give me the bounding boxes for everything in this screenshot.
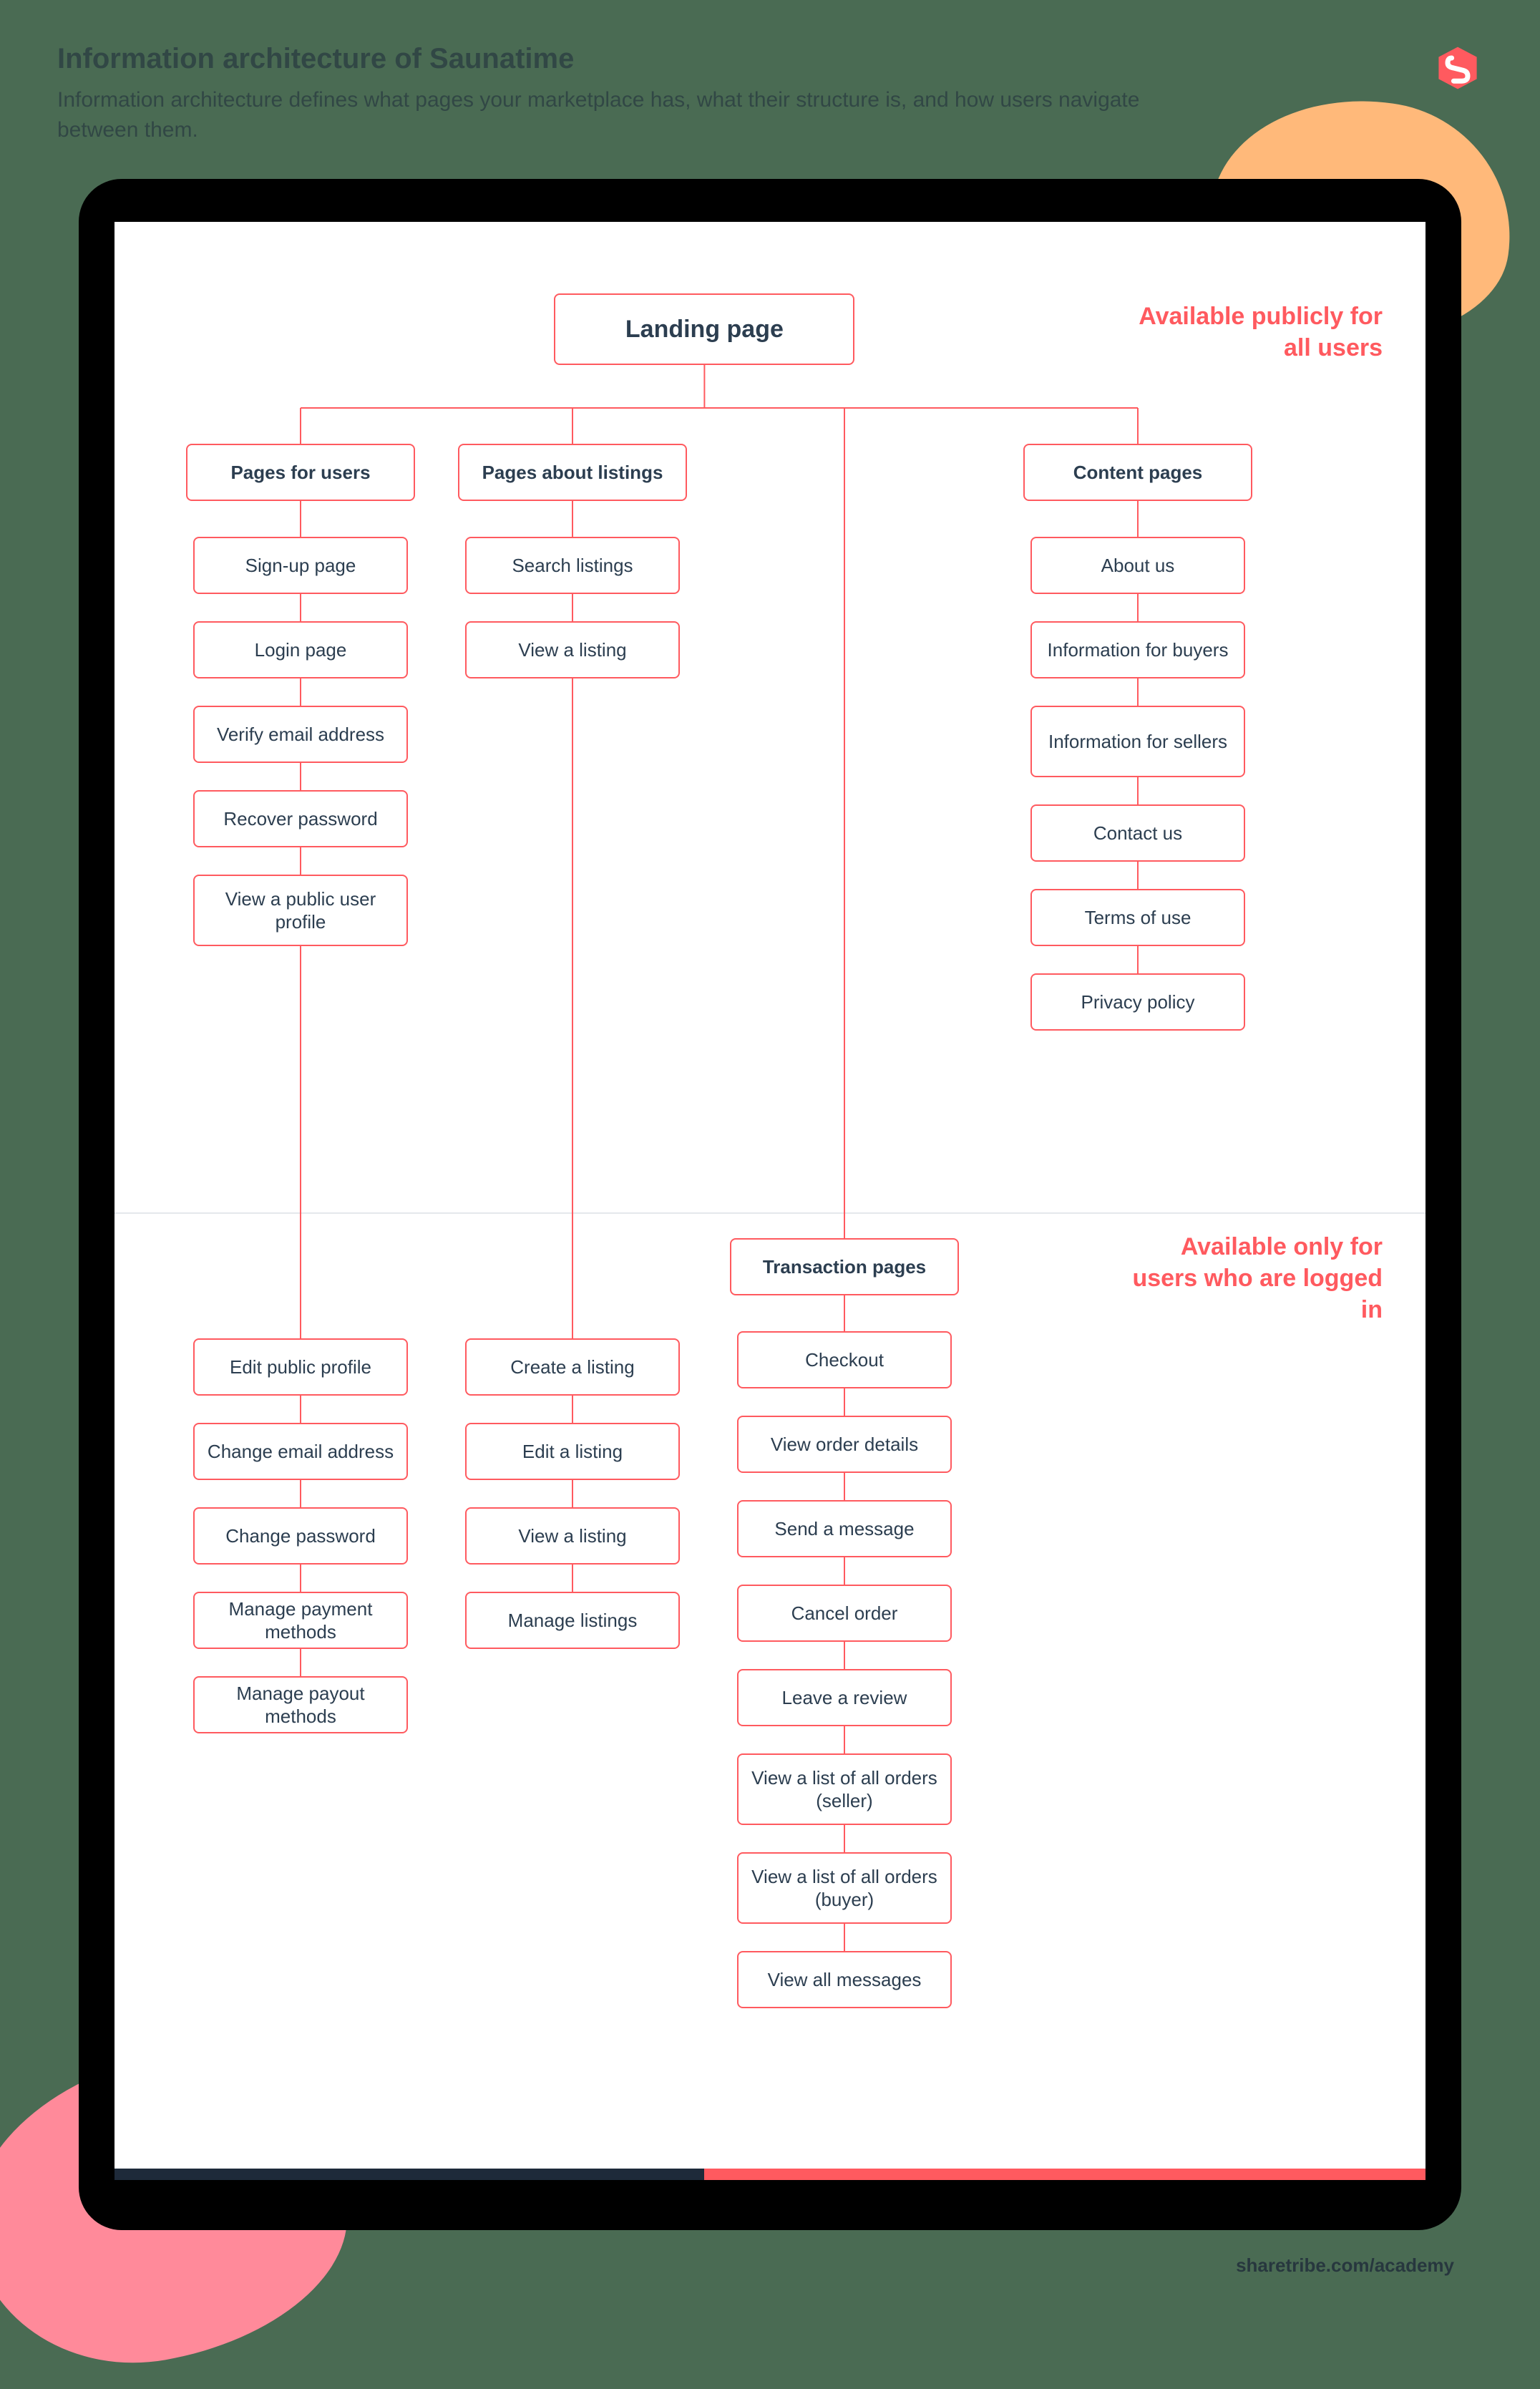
bottom-accent-bar	[114, 2169, 1426, 2180]
tablet-frame: Available publicly for all users Availab…	[79, 179, 1461, 2230]
node-listings-private-1: Edit a listing	[465, 1423, 680, 1480]
node-header-users: Pages for users	[186, 444, 415, 501]
node-users-public-3: Recover password	[193, 790, 408, 847]
node-transactions-private-4: Leave a review	[737, 1669, 952, 1726]
node-transactions-private-3: Cancel order	[737, 1585, 952, 1642]
tablet-screen: Available publicly for all users Availab…	[114, 222, 1426, 2180]
node-transactions-private-0: Checkout	[737, 1331, 952, 1388]
node-listings-private-3: Manage listings	[465, 1592, 680, 1649]
node-users-private-1: Change email address	[193, 1423, 408, 1480]
node-transactions-private-7: View all messages	[737, 1951, 952, 2008]
node-listings-private-0: Create a listing	[465, 1338, 680, 1396]
label-public-section: Available publicly for all users	[1111, 301, 1383, 364]
node-transactions-private-5: View a list of all orders (seller)	[737, 1753, 952, 1825]
page-subtitle: Information architecture defines what pa…	[57, 85, 1202, 145]
footer-url: sharetribe.com/academy	[1236, 2254, 1454, 2277]
node-transactions-private-6: View a list of all orders (buyer)	[737, 1852, 952, 1924]
node-header-transactions: Transaction pages	[730, 1238, 959, 1295]
section-divider	[114, 1212, 1426, 1214]
page-header: Information architecture of Saunatime In…	[0, 0, 1540, 167]
node-content-public-1: Information for buyers	[1030, 621, 1245, 678]
node-content-public-2: Information for sellers	[1030, 706, 1245, 777]
page-title: Information architecture of Saunatime	[57, 43, 1483, 75]
node-header-listings: Pages about listings	[458, 444, 687, 501]
node-transactions-private-2: Send a message	[737, 1500, 952, 1557]
node-listings-private-2: View a listing	[465, 1507, 680, 1565]
node-content-public-5: Privacy policy	[1030, 973, 1245, 1031]
node-users-private-0: Edit public profile	[193, 1338, 408, 1396]
node-landing-page: Landing page	[554, 293, 854, 365]
node-users-public-0: Sign-up page	[193, 537, 408, 594]
node-content-public-4: Terms of use	[1030, 889, 1245, 946]
label-loggedin-section: Available only for users who are logged …	[1111, 1231, 1383, 1326]
node-users-public-2: Verify email address	[193, 706, 408, 763]
node-listings-public-1: View a listing	[465, 621, 680, 678]
node-users-private-4: Manage payout methods	[193, 1676, 408, 1733]
sharetribe-logo-icon	[1433, 43, 1483, 93]
node-users-public-4: View a public user profile	[193, 875, 408, 946]
node-users-private-2: Change password	[193, 1507, 408, 1565]
node-content-public-0: About us	[1030, 537, 1245, 594]
node-header-content: Content pages	[1023, 444, 1252, 501]
node-users-private-3: Manage payment methods	[193, 1592, 408, 1649]
node-content-public-3: Contact us	[1030, 804, 1245, 862]
node-listings-public-0: Search listings	[465, 537, 680, 594]
node-users-public-1: Login page	[193, 621, 408, 678]
node-transactions-private-1: View order details	[737, 1416, 952, 1473]
